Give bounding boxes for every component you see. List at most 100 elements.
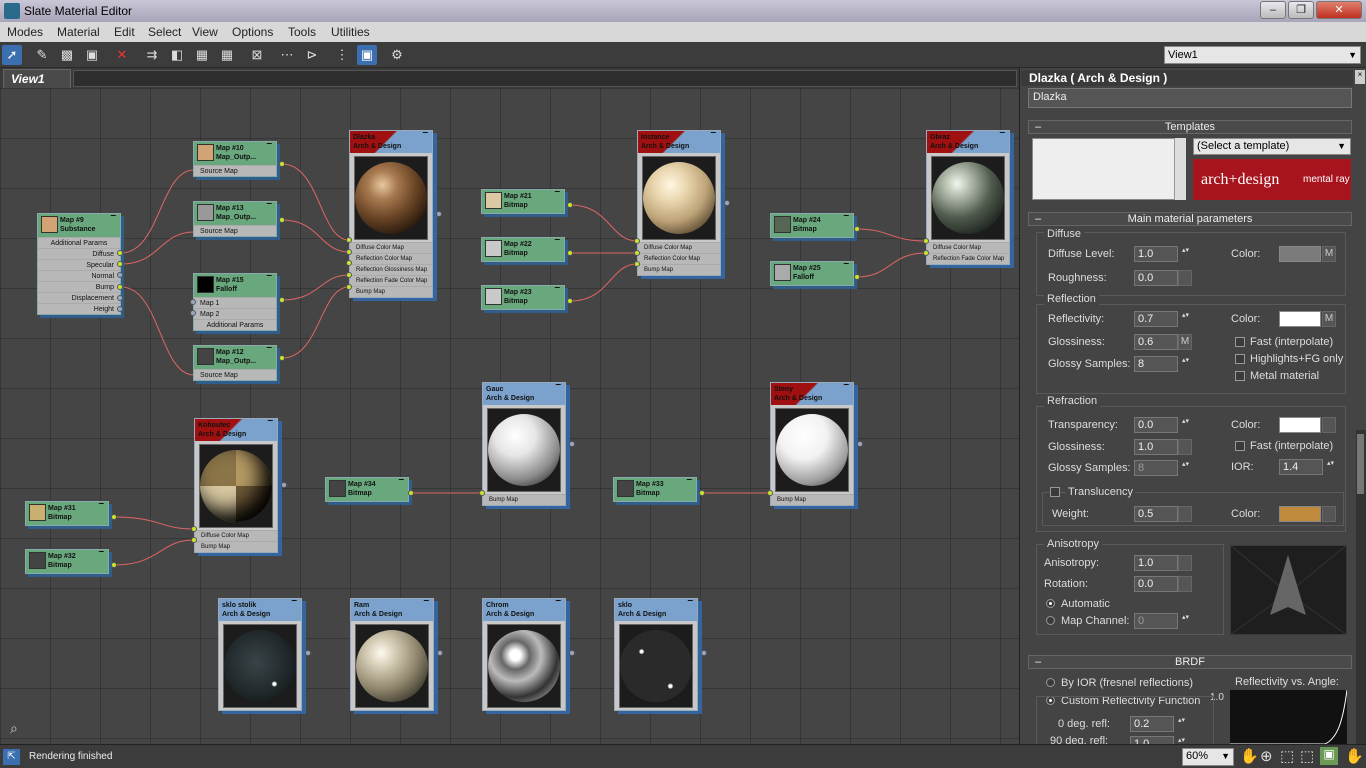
panel-scroll-thumb[interactable] bbox=[1357, 434, 1364, 494]
menu-utilities[interactable]: Utilities bbox=[331, 25, 370, 39]
output-socket[interactable] bbox=[408, 490, 414, 496]
show-map-icon[interactable]: ▦ bbox=[192, 45, 212, 65]
translucency-checkbox[interactable] bbox=[1050, 487, 1060, 497]
instance-diffuse-color-map[interactable]: Diffuse Color Map bbox=[638, 242, 720, 253]
refraction-fast-checkbox[interactable] bbox=[1235, 441, 1245, 451]
map-9-out-displacement[interactable]: Displacement bbox=[38, 292, 120, 303]
panel-close-icon[interactable]: × bbox=[1355, 70, 1365, 84]
diffuse-level-spinner[interactable]: 1.0 bbox=[1134, 246, 1190, 262]
map-15-node[interactable]: Map #15 Falloff – Map 1 Map 2 Additional P… bbox=[193, 271, 277, 331]
zoom-region-icon[interactable]: ⬚ bbox=[1280, 747, 1294, 765]
translucency-color-map-button[interactable] bbox=[1322, 506, 1336, 522]
map-15-additional-params[interactable]: Additional Params bbox=[194, 319, 276, 330]
output-socket[interactable] bbox=[279, 355, 285, 361]
output-socket[interactable] bbox=[117, 295, 123, 301]
zoom-icon[interactable]: ⊕ bbox=[1260, 747, 1273, 765]
assign-icon[interactable]: ▣ bbox=[82, 45, 102, 65]
menu-modes[interactable]: Modes bbox=[7, 25, 43, 39]
translucency-color-swatch[interactable] bbox=[1279, 506, 1321, 522]
output-socket[interactable] bbox=[117, 284, 123, 290]
steny-bump-map[interactable]: Bump Map bbox=[771, 494, 853, 505]
reflection-glossiness-spinner[interactable]: 0.6 bbox=[1134, 334, 1190, 350]
diffuse-color-swatch[interactable] bbox=[1279, 246, 1321, 262]
map-9-out-bump[interactable]: Bump bbox=[38, 281, 120, 292]
menu-select[interactable]: Select bbox=[148, 25, 181, 39]
metal-material-checkbox[interactable] bbox=[1235, 371, 1245, 381]
output-socket[interactable] bbox=[724, 200, 730, 206]
material-obraz-node[interactable]: Obraz Arch & Design – Diffuse Color Map Re… bbox=[926, 130, 1010, 265]
material-instance-node[interactable]: Instance Arch & Design – Diffuse Color Map… bbox=[637, 130, 721, 276]
output-socket[interactable] bbox=[854, 226, 860, 232]
zoom-extents-selected-icon[interactable]: ▣ bbox=[1320, 747, 1338, 765]
node-view-canvas[interactable]: Map #9 Substance – Additional Params Diffu… bbox=[0, 88, 1019, 744]
input-socket[interactable] bbox=[191, 526, 197, 532]
input-socket[interactable] bbox=[346, 249, 352, 255]
maximize-button[interactable]: ❐ bbox=[1288, 1, 1314, 19]
minimize-button[interactable]: – bbox=[1260, 1, 1286, 19]
material-kohoutec-node[interactable]: Kohoutec Arch & Design – Diffuse Color Map… bbox=[194, 418, 278, 553]
input-socket[interactable] bbox=[346, 260, 352, 266]
output-socket[interactable] bbox=[279, 217, 285, 223]
instance-bump-map[interactable]: Bump Map bbox=[638, 264, 720, 275]
input-socket[interactable] bbox=[479, 490, 485, 496]
material-sklo-stolik-node[interactable]: sklo stolik Arch & Design – bbox=[218, 598, 302, 711]
view-select[interactable]: View1 ▼ bbox=[1164, 46, 1361, 64]
output-socket[interactable] bbox=[117, 261, 123, 267]
output-socket[interactable] bbox=[279, 161, 285, 167]
templates-scrollbar[interactable] bbox=[1174, 138, 1186, 200]
kohoutec-bump-map[interactable]: Bump Map bbox=[195, 541, 277, 552]
template-select[interactable]: (Select a template) ▼ bbox=[1193, 138, 1351, 155]
material-ram-node[interactable]: Ram Arch & Design – bbox=[350, 598, 434, 711]
output-socket[interactable] bbox=[117, 250, 123, 256]
output-socket[interactable] bbox=[854, 274, 860, 280]
hide-unused-icon[interactable]: ◧ bbox=[167, 45, 187, 65]
options-icon[interactable]: ⚙ bbox=[387, 45, 407, 65]
map-22-node[interactable]: Map #22 Bitmap – bbox=[481, 235, 565, 262]
templates-rollout[interactable]: – Templates bbox=[1028, 120, 1352, 134]
put-to-scene-icon[interactable]: ▩ bbox=[57, 45, 77, 65]
map-12-node[interactable]: Map #12 Map_Outp... – Source Map bbox=[193, 343, 277, 381]
deg0-spinner[interactable]: 0.2 bbox=[1130, 716, 1186, 732]
layout-children-icon[interactable]: ⊳ bbox=[302, 45, 322, 65]
refraction-color-swatch[interactable] bbox=[1279, 417, 1321, 433]
map-9-out-specular[interactable]: Specular bbox=[38, 259, 120, 270]
output-socket[interactable] bbox=[111, 562, 117, 568]
input-socket[interactable] bbox=[634, 261, 640, 267]
roughness-map-button[interactable] bbox=[1178, 270, 1192, 286]
translucency-weight-map-button[interactable] bbox=[1178, 506, 1192, 522]
output-socket[interactable] bbox=[567, 298, 573, 304]
transparency-spinner[interactable]: 0.0 bbox=[1134, 417, 1190, 433]
anisotropy-map-button[interactable] bbox=[1178, 555, 1192, 571]
input-socket[interactable] bbox=[190, 299, 196, 305]
input-socket[interactable] bbox=[346, 272, 352, 278]
map-channel-spinner[interactable]: 0 bbox=[1134, 613, 1190, 629]
input-socket[interactable] bbox=[346, 284, 352, 290]
close-button[interactable]: ✕ bbox=[1316, 1, 1362, 19]
map-25-node[interactable]: Map #25 Falloff – bbox=[770, 259, 854, 286]
dlazka-bump-map[interactable]: Bump Map bbox=[350, 286, 432, 297]
map-31-node[interactable]: Map #31 Bitmap – bbox=[25, 499, 109, 526]
refraction-glossy-samples-spinner[interactable]: 8 bbox=[1134, 460, 1190, 476]
reflection-glossiness-map-button[interactable]: M bbox=[1178, 334, 1192, 350]
templates-list[interactable] bbox=[1032, 138, 1186, 200]
map-15-map1[interactable]: Map 1 bbox=[194, 297, 276, 308]
kohoutec-diffuse-color-map[interactable]: Diffuse Color Map bbox=[195, 530, 277, 541]
output-socket[interactable] bbox=[305, 650, 311, 656]
dlazka-reflection-fade-color-map[interactable]: Reflection Fade Color Map bbox=[350, 275, 432, 286]
diffuse-color-map-button[interactable]: M bbox=[1322, 246, 1336, 262]
gauc-bump-map[interactable]: Bump Map bbox=[483, 494, 565, 505]
binoculars-icon[interactable]: ⌕ bbox=[10, 720, 18, 737]
dlazka-reflection-color-map[interactable]: Reflection Color Map bbox=[350, 253, 432, 264]
map-channel-radio[interactable] bbox=[1046, 616, 1055, 625]
brdf-rollout[interactable]: – BRDF bbox=[1028, 655, 1352, 669]
pan-selected-icon[interactable]: ✋ bbox=[1345, 747, 1364, 765]
output-socket[interactable] bbox=[857, 441, 863, 447]
eyedropper-icon[interactable]: ✎ bbox=[32, 45, 52, 65]
menu-view[interactable]: View bbox=[192, 25, 218, 39]
output-socket[interactable] bbox=[436, 211, 442, 217]
menu-edit[interactable]: Edit bbox=[114, 25, 135, 39]
reflection-color-swatch[interactable] bbox=[1279, 311, 1321, 327]
layout-icon[interactable]: ⋯ bbox=[277, 45, 297, 65]
input-socket[interactable] bbox=[634, 238, 640, 244]
automatic-radio[interactable] bbox=[1046, 599, 1055, 608]
